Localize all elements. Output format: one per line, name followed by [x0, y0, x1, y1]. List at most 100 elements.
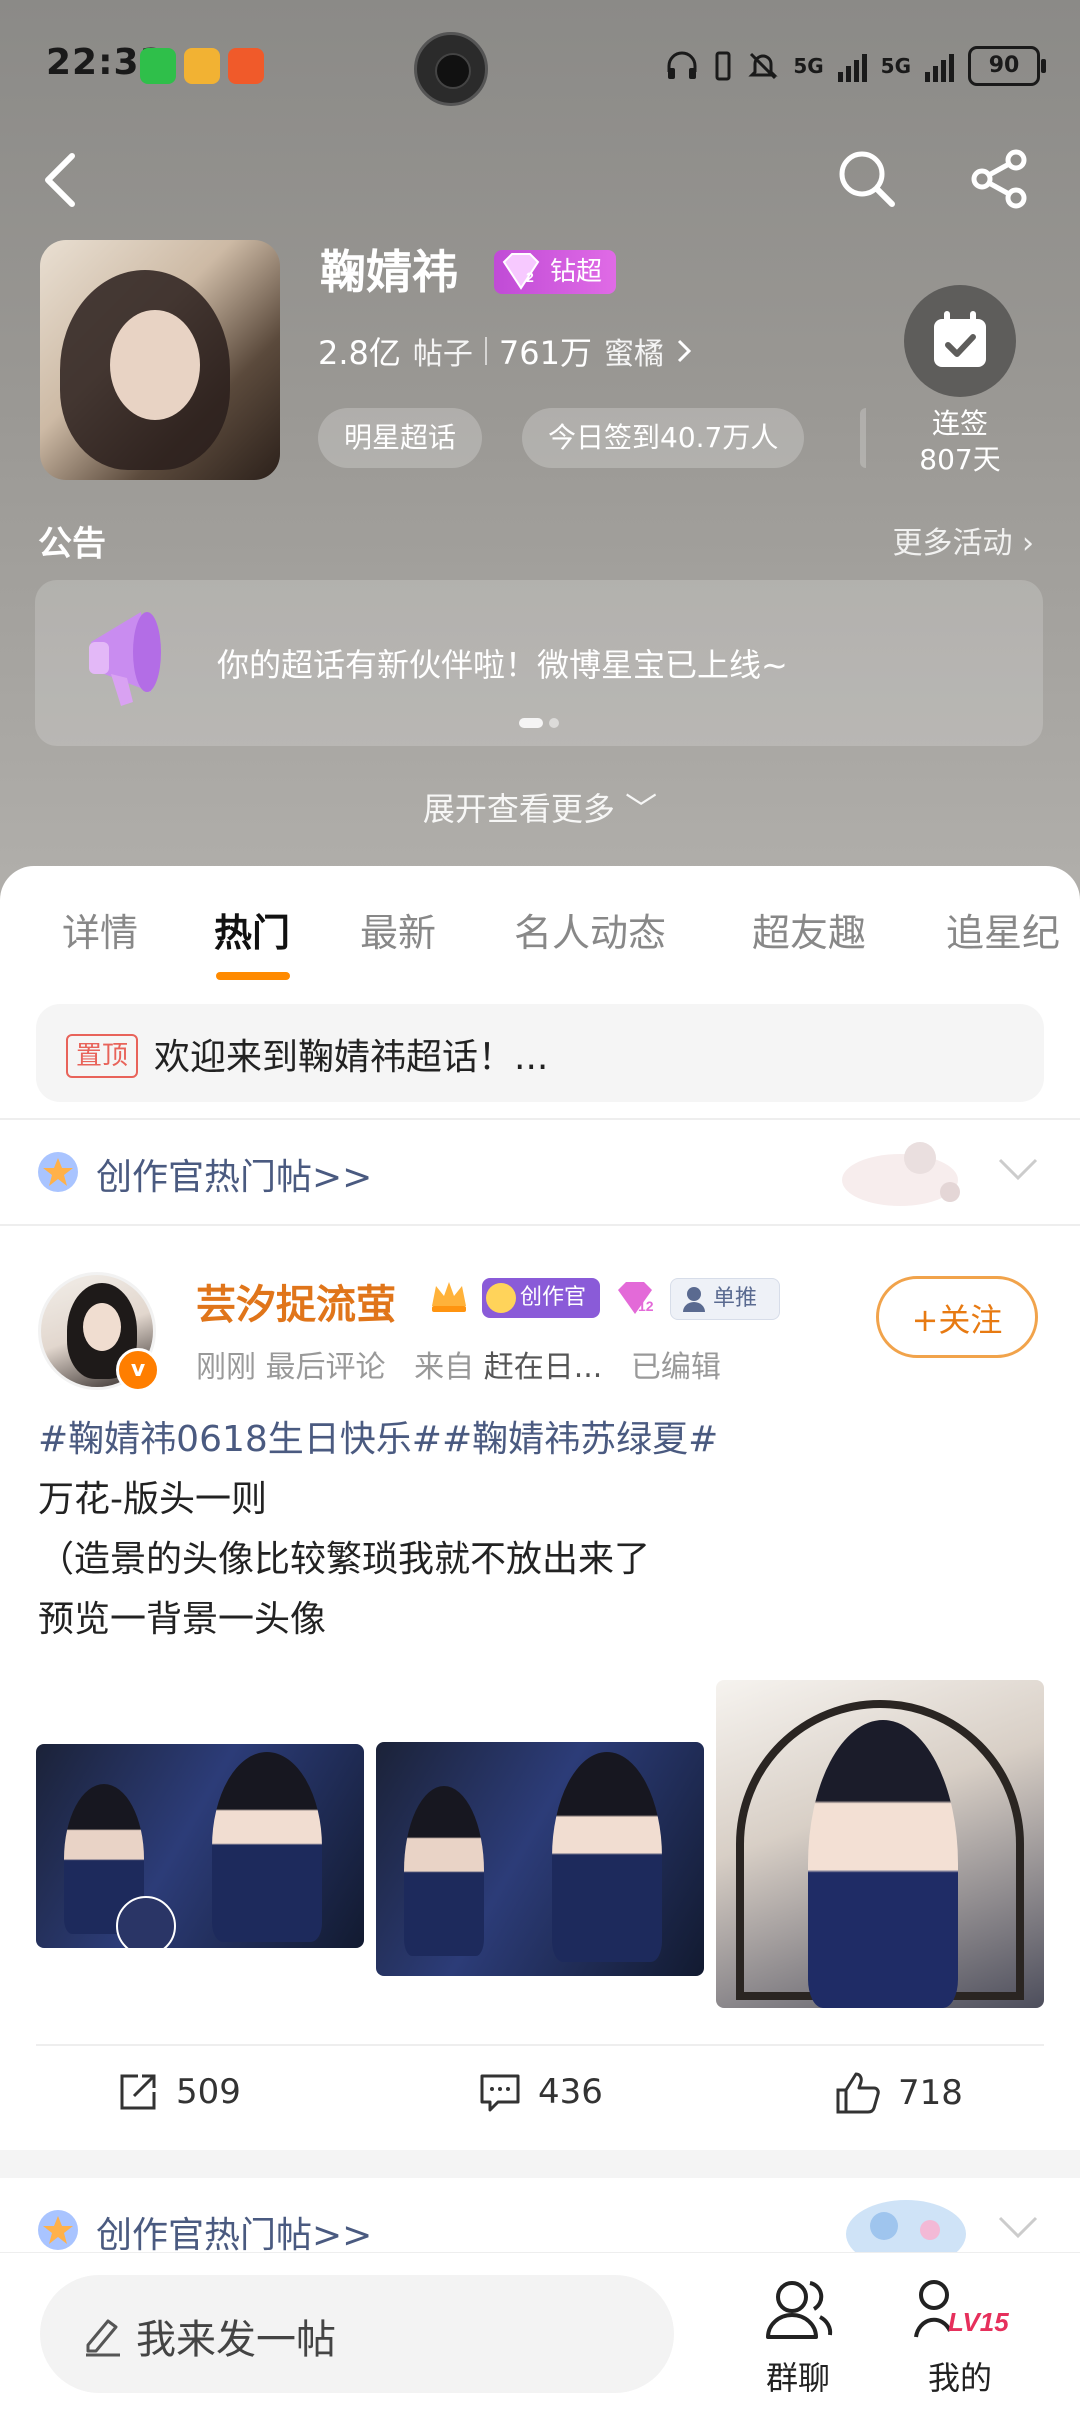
diamond-level-label: 钻超 — [550, 257, 603, 287]
status-bar: 22:33 5G 5G 90 — [0, 0, 1080, 130]
creator-hot-posts-label-2: 创作官热门帖>> — [96, 2215, 373, 2256]
image-avatar-overlay — [116, 1896, 176, 1948]
expand-more-button[interactable]: 展开查看更多 ﹀ — [0, 784, 1080, 830]
pencil-icon — [86, 2319, 120, 2357]
posts-count: 2.8亿 — [318, 334, 401, 372]
post-time: 刚刚 最后评论 — [196, 1350, 386, 1385]
diamond-level-number: 2 — [526, 269, 534, 285]
post-image-1[interactable] — [36, 1744, 364, 1948]
checkin-days: 807天 — [919, 443, 1001, 476]
tab-hot[interactable]: 热门 — [214, 902, 290, 957]
compose-placeholder: 我来发一帖 — [136, 2317, 336, 2363]
post-image-2[interactable] — [376, 1742, 704, 1976]
wechat-icon — [140, 48, 176, 84]
mine-button[interactable]: LV15 我的 — [900, 2273, 1020, 2399]
diamond-icon: 2 — [502, 253, 540, 290]
post-separator — [0, 2150, 1080, 2178]
chevron-down-icon[interactable] — [996, 1152, 1040, 1188]
feed-tabs: 详情 热门 最新 名人动态 超友趣 追星纪 — [0, 902, 1080, 982]
tab-fan-fun[interactable]: 超友趣 — [752, 902, 866, 957]
pinned-text: 欢迎来到鞠婧祎超话！... — [154, 1037, 549, 1078]
creator-badge-icon — [486, 1283, 516, 1313]
post-author-name[interactable]: 芸汐捉流萤 — [196, 1272, 396, 1330]
megaphone-icon — [89, 612, 161, 706]
post-line-3: 预览一背景一头像 — [38, 1599, 327, 1640]
post-actions: 509 436 718 — [0, 2058, 1080, 2138]
search-icon[interactable] — [836, 148, 898, 210]
tab-celebrity-updates[interactable]: 名人动态 — [514, 902, 666, 957]
post-meta: 刚刚 最后评论 来自 赶在日... 已编辑 — [196, 1342, 721, 1386]
status-icons: 5G 5G 90 — [665, 46, 1046, 86]
topic-stats[interactable]: 2.8亿 帖子 761万 蜜橘 — [318, 328, 692, 374]
network-5g-label-2: 5G — [880, 54, 911, 78]
more-activities-link[interactable]: 更多活动 › — [892, 518, 1034, 562]
user-level-badge[interactable]: 12 — [614, 1278, 658, 1318]
actions-divider — [36, 2044, 1044, 2046]
creator-badge[interactable]: 创作官 — [482, 1278, 600, 1318]
post-source[interactable]: 赶在日... — [484, 1350, 603, 1385]
announcement-text: 你的超话有新伙伴啦！微博星宝已上线~ — [217, 646, 788, 684]
post-line-2: （造景的头像比较繁琐我就不放出来了 — [38, 1539, 651, 1580]
network-5g-label: 5G — [793, 54, 824, 78]
chevron-down-icon[interactable] — [996, 2210, 1040, 2246]
share-icon[interactable] — [968, 148, 1030, 210]
comment-button[interactable]: 436 — [478, 2070, 603, 2114]
like-count: 718 — [898, 2073, 963, 2113]
creator-star-icon — [38, 1152, 78, 1192]
signal-icon — [837, 50, 867, 82]
post-hashtags[interactable]: #鞠婧祎0618生日快乐##鞠婧祎苏绿夏# — [38, 1410, 1048, 1470]
post-line-1: 万花-版头一则 — [38, 1479, 267, 1520]
like-button[interactable]: 718 — [834, 2070, 963, 2116]
pinned-tag: 置顶 — [66, 1034, 139, 1078]
tag-star-topic[interactable]: 明星超话 — [318, 408, 483, 468]
crown-icon — [432, 1282, 466, 1312]
user-level-label: LV15 — [948, 2307, 1009, 2337]
fans-count: 761万 — [498, 334, 592, 372]
diamond-level-icon: 12 — [618, 1282, 654, 1314]
announcement-title: 公告 — [38, 524, 106, 564]
repost-button[interactable]: 509 — [116, 2070, 241, 2114]
calendar-check-icon — [934, 311, 986, 367]
posts-label: 帖子 — [412, 337, 473, 372]
tab-latest[interactable]: 最新 — [360, 902, 436, 957]
announcement-card[interactable]: 你的超话有新伙伴啦！微博星宝已上线~ — [35, 580, 1043, 746]
compose-post-button[interactable]: 我来发一帖 — [40, 2275, 674, 2393]
battery-icon: 90 — [968, 46, 1046, 86]
creator-hot-posts-row[interactable]: 创作官热门帖>> — [0, 1122, 1080, 1222]
weibo-icon — [184, 48, 220, 84]
tab-details[interactable]: 详情 — [62, 902, 138, 957]
signal-icon-2 — [925, 50, 954, 82]
bottom-bar: 我来发一帖 群聊 LV15 我的 — [0, 2252, 1080, 2413]
carousel-indicator — [519, 718, 559, 728]
image-figure — [212, 1752, 322, 1942]
single-support-badge[interactable]: 单推 — [670, 1278, 780, 1320]
image-figure — [808, 1720, 958, 2008]
checkin-label: 连签 — [931, 407, 988, 440]
post-content[interactable]: #鞠婧祎0618生日快乐##鞠婧祎苏绿夏# 万花-版头一则 （造景的头像比较繁琐… — [38, 1410, 1048, 1650]
mine-label: 我的 — [927, 2359, 992, 2397]
pinned-post[interactable]: 置顶 欢迎来到鞠婧祎超话！... — [36, 1004, 1044, 1102]
group-chat-button[interactable]: 群聊 — [738, 2273, 858, 2399]
comment-icon — [480, 2074, 520, 2112]
repost-icon — [120, 2074, 156, 2110]
back-arrow-icon[interactable] — [40, 150, 80, 210]
section-divider — [0, 1118, 1080, 1120]
group-chat-icon — [766, 2281, 833, 2339]
vibrate-icon — [715, 51, 731, 81]
follow-button[interactable]: +关注 — [876, 1276, 1038, 1358]
supertopic-avatar[interactable] — [40, 240, 280, 480]
flower-decoration — [842, 1142, 960, 1206]
checkin-button[interactable] — [904, 285, 1016, 397]
tag-checkin-today[interactable]: 今日签到40.7万人 — [522, 408, 805, 468]
creator-hot-posts-label: 创作官热门帖>> — [96, 1157, 373, 1198]
post-from-label: 来自 — [414, 1350, 475, 1385]
tab-star-chronicle[interactable]: 追星纪 — [946, 902, 1060, 957]
profile-icon: LV15 — [914, 2280, 1009, 2338]
avatar-face — [83, 1303, 121, 1351]
diamond-level-badge[interactable]: 2 钻超 — [494, 250, 617, 294]
post-edited-label: 已编辑 — [630, 1350, 721, 1385]
post-image-3[interactable] — [716, 1680, 1044, 2008]
group-chat-label: 群聊 — [765, 2359, 830, 2397]
chevron-right-icon — [677, 339, 692, 363]
verified-badge-icon: v — [116, 1348, 160, 1392]
